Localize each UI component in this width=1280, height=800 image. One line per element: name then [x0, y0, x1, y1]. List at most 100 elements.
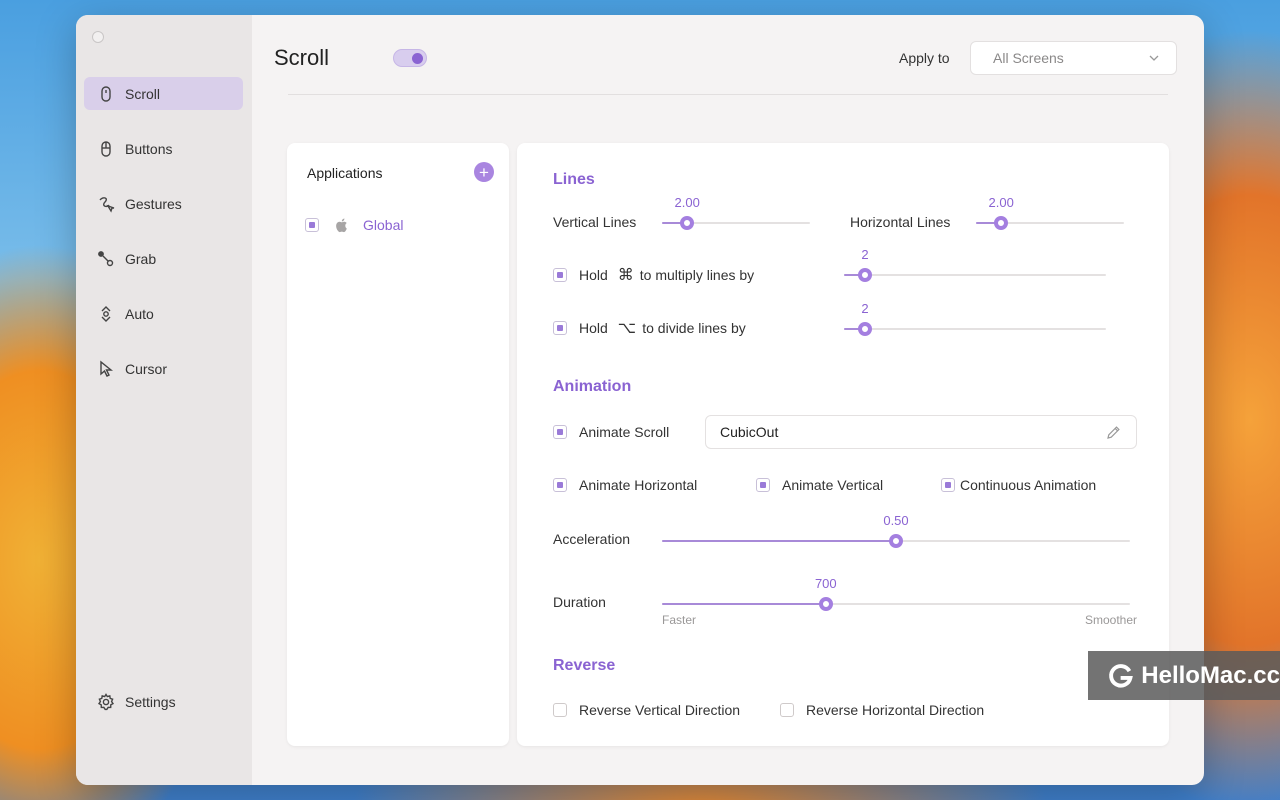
slider-thumb[interactable] [857, 322, 872, 336]
animate-horizontal-label: Animate Horizontal [579, 477, 698, 493]
sidebar: Scroll Buttons Gestures Grab Auto Cursor… [76, 15, 252, 785]
animate-vertical-checkbox[interactable] [756, 478, 770, 492]
sidebar-item-label: Grab [125, 250, 157, 267]
option-key-icon: ⌥ [617, 320, 637, 337]
sidebar-item-label: Settings [125, 693, 176, 710]
divide-pre-label: Hold [579, 320, 608, 336]
sidebar-item-label: Gestures [125, 195, 182, 212]
reverse-vertical-label: Reverse Vertical Direction [579, 702, 741, 718]
sidebar-item-label: Buttons [125, 140, 173, 157]
faster-hint: Faster [662, 613, 697, 627]
apply-to-value: All Screens [993, 50, 1064, 66]
animate-horizontal-checkbox[interactable] [553, 478, 567, 492]
sidebar-item-label: Cursor [125, 360, 168, 377]
window-close-button[interactable] [92, 31, 104, 43]
pencil-icon[interactable] [1105, 424, 1122, 441]
multiply-lines-checkbox[interactable] [553, 268, 567, 282]
multiply-post-label: to multiply lines by [639, 267, 755, 283]
slider-thumb[interactable] [857, 268, 872, 282]
slider-thumb[interactable] [889, 534, 903, 548]
acceleration-label: Acceleration [553, 531, 631, 547]
reverse-vertical-row: Reverse Vertical Direction [553, 702, 740, 718]
settings-panel: Lines Vertical Lines 2.00 Horizontal Lin… [517, 143, 1169, 746]
easing-field[interactable]: CubicOut [705, 415, 1137, 449]
sidebar-item-auto[interactable]: Auto [84, 297, 243, 330]
command-key-icon: ⌘ [617, 267, 634, 284]
horizontal-lines-slider[interactable]: 2.00 [976, 195, 1124, 233]
slider-value: 2.00 [988, 195, 1014, 210]
vertical-lines-label: Vertical Lines [553, 214, 637, 230]
slider-value: 700 [814, 576, 837, 591]
header-divider [288, 94, 1168, 95]
animate-vertical-label: Animate Vertical [782, 477, 884, 493]
auto-scroll-icon [97, 305, 115, 323]
sidebar-item-label: Scroll [125, 85, 161, 102]
hellomac-logo-icon [1109, 663, 1133, 688]
list-item[interactable]: Global [305, 215, 403, 235]
divide-lines-slider[interactable]: 2 [844, 301, 1106, 339]
easing-value: CubicOut [720, 424, 779, 440]
global-app-name: Global [363, 217, 404, 233]
animate-scroll-label: Animate Scroll [579, 424, 670, 440]
sidebar-item-buttons[interactable]: Buttons [84, 132, 243, 165]
applications-title: Applications [307, 165, 383, 181]
slider-thumb[interactable] [680, 216, 695, 230]
slider-value: 2 [861, 301, 869, 316]
global-app-checkbox[interactable] [305, 218, 319, 232]
multiply-lines-row: Hold ⌘ to multiply lines by [553, 265, 754, 285]
multiply-pre-label: Hold [579, 267, 608, 283]
sidebar-item-grab[interactable]: Grab [84, 242, 243, 275]
grab-icon [97, 250, 115, 268]
divide-lines-checkbox[interactable] [553, 321, 567, 335]
cursor-icon [97, 360, 115, 378]
acceleration-slider[interactable]: 0.50 [662, 513, 1130, 551]
vertical-lines-slider[interactable]: 2.00 [662, 195, 810, 233]
gear-icon [97, 692, 115, 711]
continuous-animation-label: Continuous Animation [960, 477, 1097, 493]
animate-scroll-checkbox[interactable] [553, 425, 567, 439]
watermark: HelloMac.cc [1088, 651, 1280, 700]
animate-vertical-row: Animate Vertical [756, 477, 883, 493]
gesture-icon [97, 195, 115, 213]
apple-logo-icon [336, 218, 347, 233]
reverse-horizontal-label: Reverse Horizontal Direction [806, 702, 985, 718]
reverse-vertical-checkbox[interactable] [553, 703, 567, 717]
continuous-animation-checkbox[interactable] [941, 478, 955, 492]
smoother-hint: Smoother [1084, 613, 1137, 627]
apply-to-label: Apply to [899, 50, 950, 66]
main-content: Scroll Apply to All Screens Applications… [252, 15, 1204, 785]
duration-label: Duration [553, 594, 606, 610]
reverse-section-title: Reverse [553, 657, 616, 674]
continuous-animation-row: Continuous Animation [941, 477, 1096, 493]
reverse-horizontal-row: Reverse Horizontal Direction [780, 702, 984, 718]
slider-thumb[interactable] [818, 597, 833, 611]
apply-to-select[interactable]: All Screens [970, 41, 1177, 75]
slider-value: 2.00 [674, 195, 700, 210]
reverse-horizontal-checkbox[interactable] [780, 703, 794, 717]
app-window: Scroll Buttons Gestures Grab Auto Cursor… [76, 15, 1204, 785]
add-application-button[interactable]: + [474, 162, 494, 182]
scroll-enable-toggle[interactable] [393, 49, 427, 67]
watermark-text: HelloMac.cc [1141, 661, 1280, 689]
sidebar-item-label: Auto [125, 305, 154, 322]
mouse-icon [97, 85, 115, 103]
slider-value: 0.50 [883, 513, 909, 528]
slider-thumb[interactable] [994, 216, 1009, 230]
multiply-lines-slider[interactable]: 2 [844, 247, 1106, 285]
chevron-down-icon [1149, 55, 1159, 61]
page-title: Scroll [274, 45, 330, 70]
slider-value: 2 [861, 247, 869, 262]
divide-post-label: to divide lines by [642, 320, 746, 336]
lines-section-title: Lines [553, 171, 595, 188]
animation-section-title: Animation [553, 378, 632, 395]
duration-slider[interactable]: 700 [662, 576, 1130, 614]
sidebar-item-gestures[interactable]: Gestures [84, 187, 243, 220]
sidebar-item-cursor[interactable]: Cursor [84, 352, 243, 385]
horizontal-lines-label: Horizontal Lines [850, 214, 951, 230]
divide-lines-row: Hold ⌥ to divide lines by [553, 318, 746, 338]
sidebar-item-settings[interactable]: Settings [84, 685, 243, 718]
animate-horizontal-row: Animate Horizontal [553, 477, 697, 493]
animate-scroll-row: Animate Scroll [553, 424, 669, 440]
sidebar-item-scroll[interactable]: Scroll [84, 77, 243, 110]
mouse-buttons-icon [97, 140, 115, 158]
